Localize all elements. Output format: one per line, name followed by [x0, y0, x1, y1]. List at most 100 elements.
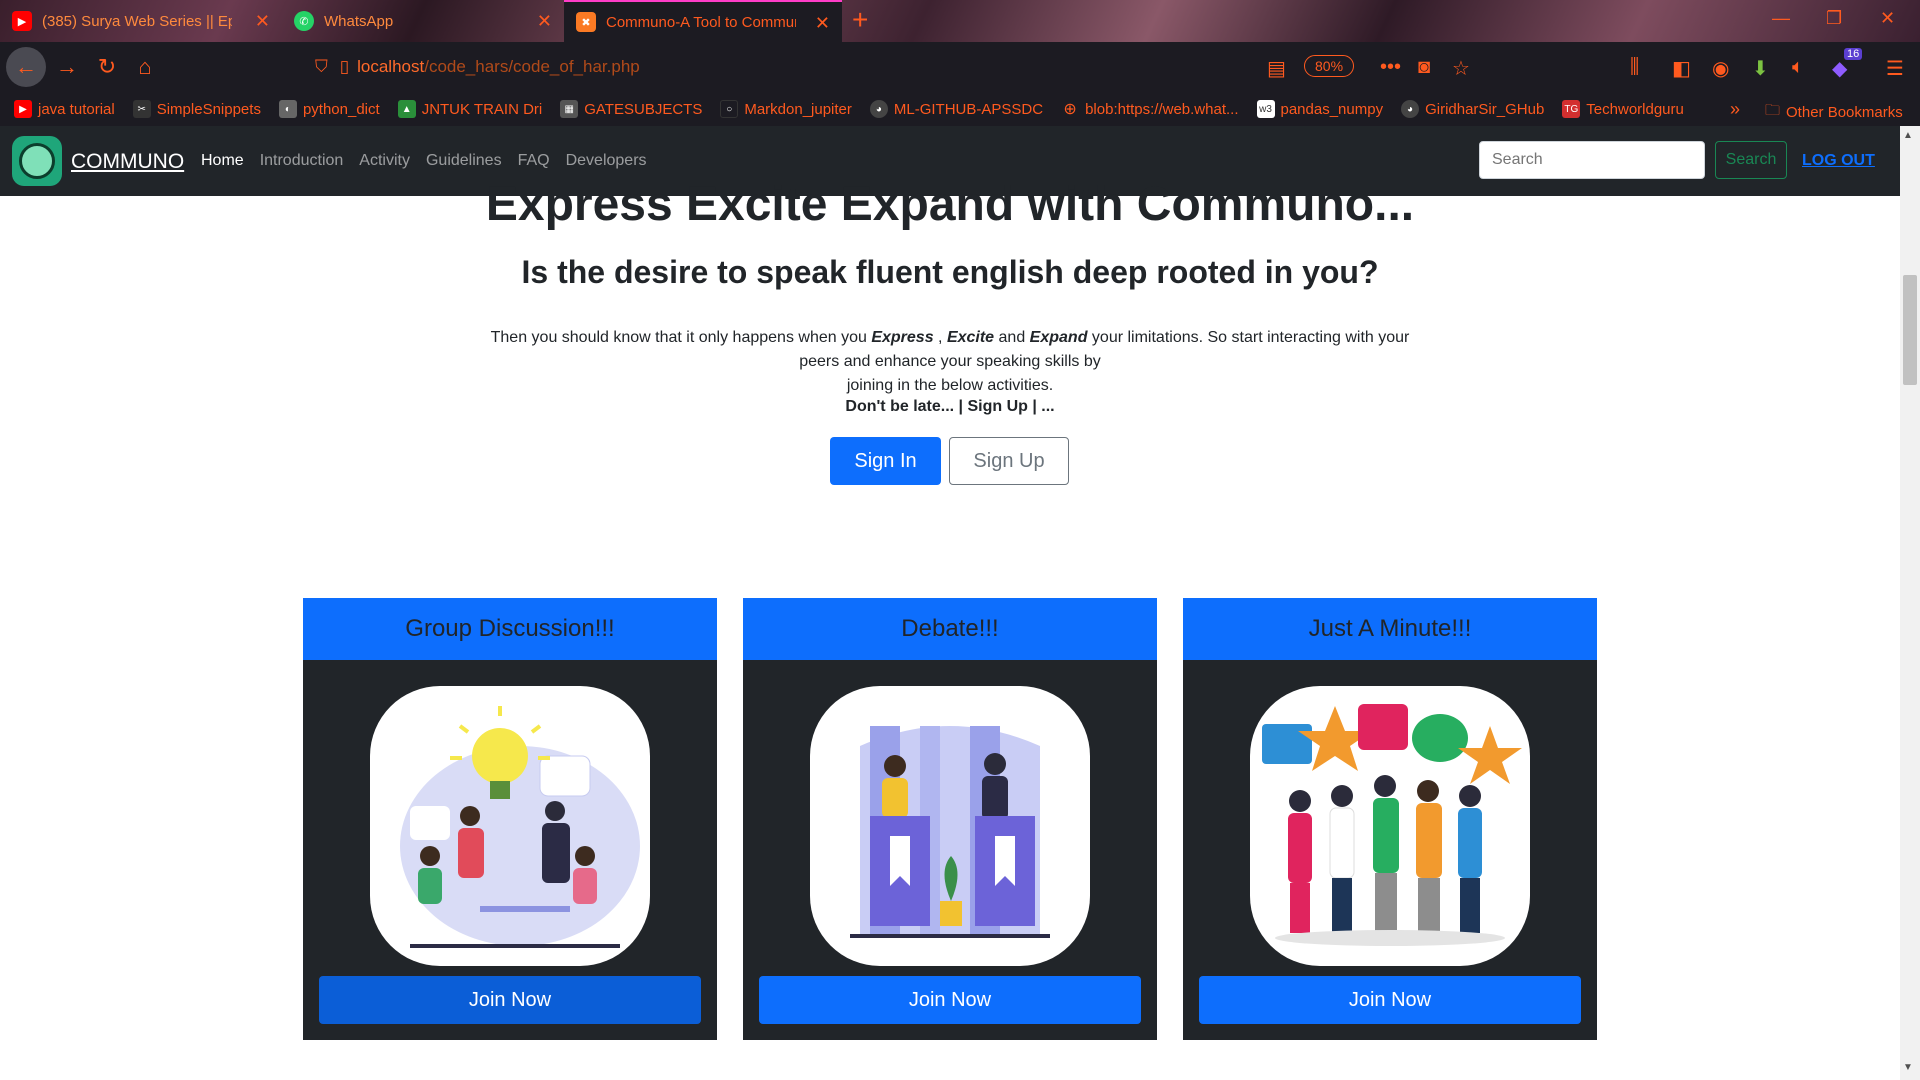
- bookmark-pandas-numpy[interactable]: w3 pandas_numpy: [1256, 100, 1383, 118]
- bookmark-techworldguru[interactable]: TG Techworldguru: [1562, 100, 1684, 118]
- new-tab-icon[interactable]: +: [852, 4, 868, 36]
- shield-icon[interactable]: ⛉: [315, 57, 328, 77]
- extension-badge: 16: [1844, 48, 1863, 60]
- bookmark-gatesubjects[interactable]: ▦ GATESUBJECTS: [560, 100, 702, 118]
- bookmark-label: SimpleSnippets: [156, 100, 261, 118]
- bookmark-label: Markdon_jupiter: [744, 100, 852, 118]
- w3-icon: w3: [1256, 100, 1275, 118]
- join-now-button[interactable]: Join Now: [1199, 976, 1581, 1024]
- more-icon[interactable]: •••: [1380, 56, 1401, 79]
- pocket-icon[interactable]: ◙: [1418, 56, 1430, 79]
- drive-icon: ▲: [397, 100, 416, 118]
- gate-icon: ▦: [560, 100, 579, 118]
- sidebar-icon[interactable]: ◧: [1672, 56, 1691, 81]
- sign-in-button[interactable]: Sign In: [830, 437, 941, 485]
- speaker-icon[interactable]: 🔈︎: [1792, 56, 1804, 79]
- nav-faq[interactable]: FAQ: [518, 152, 550, 170]
- window-close-icon[interactable]: ✕: [1880, 8, 1895, 29]
- youtube-icon: ▶: [12, 11, 32, 31]
- bookmarks-bar: ▶ java tutorial ✂ SimpleSnippets ◐ python_d…: [0, 92, 1920, 126]
- browser-toolbar: ← → ↻ ⌂ ⛉ ▯ localhost /code_hars/code_of…: [0, 42, 1920, 92]
- bookmark-simplesnippets[interactable]: ✂ SimpleSnippets: [132, 100, 261, 118]
- restore-icon[interactable]: ❐: [1826, 8, 1842, 29]
- tab-communo[interactable]: ✖ Communo-A Tool to Communi ✕: [564, 0, 842, 42]
- brand-link[interactable]: COMMUNO: [71, 150, 184, 174]
- sign-up-button[interactable]: Sign Up: [949, 437, 1069, 485]
- youtube-icon: ▶: [14, 100, 32, 118]
- activity-card-group-discussion: Group Discussion!!! Join Now: [303, 598, 717, 1040]
- bookmark-ml-github[interactable]: ◕ ML-GITHUB-APSSDC: [869, 100, 1043, 118]
- url-host: localhost: [357, 57, 425, 76]
- github-icon: ◕: [869, 100, 888, 118]
- xampp-icon: ✖: [576, 12, 596, 32]
- tab-label: Communo-A Tool to Communi: [606, 13, 796, 31]
- hero-title: Express Excite Expand with Communo...: [485, 178, 1415, 231]
- join-now-button[interactable]: Join Now: [319, 976, 701, 1024]
- group-discussion-illustration: [370, 686, 650, 966]
- page-icon: ◐: [278, 100, 297, 118]
- card-title: Just A Minute!!!: [1183, 598, 1597, 660]
- nav-activity[interactable]: Activity: [359, 152, 410, 170]
- debate-illustration: [810, 686, 1090, 966]
- bookmark-label: blob:https://web.what...: [1085, 100, 1239, 118]
- bookmark-label: GiridharSir_GHub: [1425, 100, 1545, 118]
- just-a-minute-illustration: [1250, 686, 1530, 966]
- scroll-down-arrow-icon[interactable]: ▼: [1903, 1062, 1913, 1073]
- join-now-button[interactable]: Join Now: [759, 976, 1141, 1024]
- bookmark-label: Techworldguru: [1586, 100, 1684, 118]
- bookmark-java-tutorial[interactable]: ▶ java tutorial: [14, 100, 115, 118]
- card-title: Debate!!!: [743, 598, 1157, 660]
- bookmark-markdon-jupiter[interactable]: ○ Markdon_jupiter: [720, 100, 852, 118]
- home-icon[interactable]: ⌂: [128, 50, 162, 84]
- bookmark-python-dict[interactable]: ◐ python_dict: [278, 100, 380, 118]
- library-icon[interactable]: ⫼: [1630, 56, 1639, 79]
- word-express: Express: [871, 329, 934, 346]
- scroll-up-arrow-icon[interactable]: ▲: [1903, 130, 1913, 141]
- bookmark-blob[interactable]: ⊕ blob:https://web.what...: [1061, 100, 1239, 119]
- page-scrollbar[interactable]: [1900, 126, 1920, 1080]
- word-expand: Expand: [1029, 329, 1088, 346]
- chevron-double-right-icon[interactable]: »: [1730, 99, 1740, 120]
- logout-link[interactable]: LOG OUT: [1802, 152, 1875, 170]
- bookmark-label: GATESUBJECTS: [584, 100, 703, 118]
- close-icon[interactable]: ✕: [537, 11, 552, 32]
- hero-subtitle: Is the desire to speak fluent english de…: [521, 254, 1379, 290]
- whatsapp-icon: ✆: [294, 11, 314, 31]
- bookmark-star-icon[interactable]: ☆: [1452, 56, 1470, 81]
- reload-icon[interactable]: ↻: [90, 50, 124, 84]
- nav-home[interactable]: Home: [201, 152, 244, 170]
- word-excite: Excite: [946, 329, 995, 346]
- other-bookmarks[interactable]: 🗀︎ Other Bookmarks: [1765, 100, 1903, 125]
- nav-developers[interactable]: Developers: [566, 152, 647, 170]
- close-icon[interactable]: ✕: [255, 11, 270, 32]
- menu-icon[interactable]: ☰: [1886, 56, 1904, 81]
- nav-guidelines[interactable]: Guidelines: [426, 152, 502, 170]
- download-icon[interactable]: ⬇: [1752, 56, 1769, 81]
- card-title: Group Discussion!!!: [303, 598, 717, 660]
- back-icon[interactable]: ←: [6, 47, 46, 87]
- nav-links: Home Introduction Activity Guidelines FA…: [201, 152, 663, 170]
- forward-icon[interactable]: →: [50, 50, 84, 84]
- close-icon[interactable]: ✕: [815, 13, 830, 34]
- hero-text-part: ,: [933, 329, 947, 346]
- reader-view-icon[interactable]: ▤: [1267, 56, 1286, 81]
- bookmark-label: python_dict: [302, 100, 380, 118]
- scrollbar-thumb[interactable]: [1903, 275, 1917, 385]
- other-bookmarks-label: Other Bookmarks: [1786, 104, 1903, 121]
- tab-youtube[interactable]: ▶ (385) Surya Web Series || Ep ✕: [0, 0, 282, 42]
- account-icon[interactable]: ◉: [1712, 56, 1729, 81]
- jupyter-icon: ○: [720, 100, 739, 118]
- tab-label: (385) Surya Web Series || Ep: [42, 12, 232, 30]
- bookmark-label: JNTUK TRAIN Dri: [421, 100, 543, 118]
- snippets-icon: ✂: [132, 100, 151, 118]
- bookmark-jntuk[interactable]: ▲ JNTUK TRAIN Dri: [397, 100, 543, 118]
- hero-text-part: joining in the below activities.: [846, 377, 1054, 394]
- hero-description: Then you should know that it only happen…: [485, 326, 1415, 398]
- github-icon: ◕: [1401, 100, 1420, 118]
- bookmark-giridharsir[interactable]: ◕ GiridharSir_GHub: [1401, 100, 1544, 118]
- nav-introduction[interactable]: Introduction: [260, 152, 344, 170]
- zoom-level[interactable]: 80%: [1304, 55, 1355, 77]
- minimize-icon[interactable]: —: [1772, 8, 1790, 29]
- url-bar[interactable]: ⛉ ▯ localhost /code_hars/code_of_har.php: [315, 50, 1355, 84]
- tab-whatsapp[interactable]: ✆ WhatsApp ✕: [282, 0, 564, 42]
